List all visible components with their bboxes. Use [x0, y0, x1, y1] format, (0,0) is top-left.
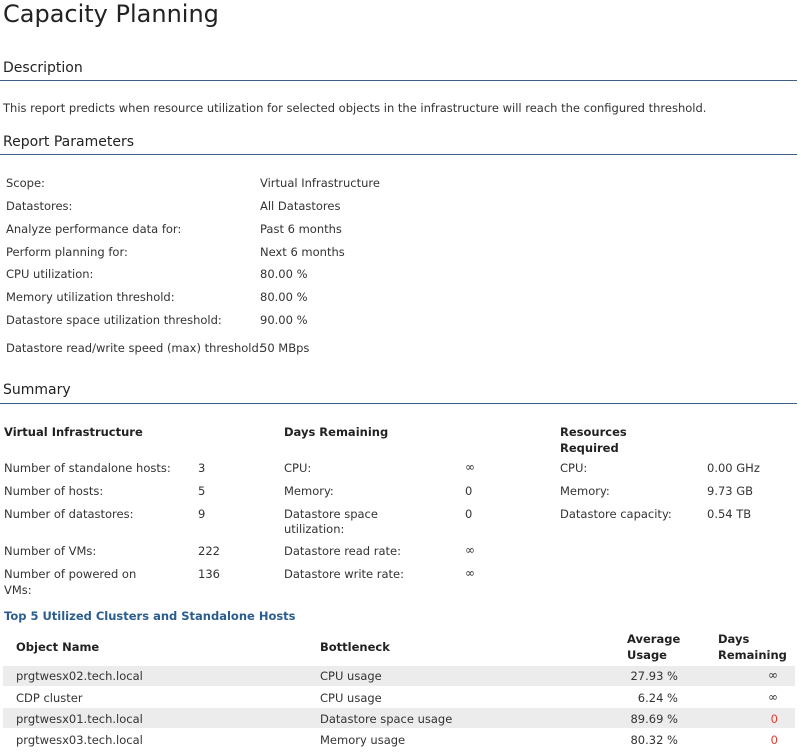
param-label: Scope:: [6, 176, 45, 190]
col-header-average: Usage: [627, 648, 667, 662]
col-header-object: Object Name: [16, 640, 100, 654]
resources-title: Required: [560, 441, 619, 455]
resources-label: Datastore capacity:: [560, 507, 672, 521]
days-label: Memory:: [284, 484, 334, 498]
resources-value: 0.54 TB: [707, 507, 752, 521]
row-object-name: prgtwesx01.tech.local: [16, 712, 143, 726]
vi-label: Number of powered on: [4, 567, 137, 581]
param-value: 80.00 %: [260, 290, 308, 304]
resources-label: CPU:: [560, 461, 588, 475]
param-value: Virtual Infrastructure: [260, 176, 380, 190]
param-label: CPU utilization:: [6, 267, 94, 281]
param-label: Datastore space utilization threshold:: [6, 313, 222, 327]
row-days: 0: [770, 733, 778, 747]
param-value: Past 6 months: [260, 222, 342, 236]
col-header-bottleneck: Bottleneck: [320, 640, 390, 654]
row-bottleneck: CPU usage: [320, 691, 382, 705]
vi-label: VMs:: [4, 583, 32, 597]
description-heading: Description: [3, 60, 83, 76]
col-header-days: Remaining: [718, 648, 787, 662]
vi-label: Number of hosts:: [4, 484, 104, 498]
row-object-name: prgtwesx03.tech.local: [16, 733, 143, 747]
vi-title: Virtual Infrastructure: [4, 425, 143, 439]
resources-value: 0.00 GHz: [707, 461, 760, 475]
vi-value: 136: [198, 567, 220, 581]
param-value: 90.00 %: [260, 313, 308, 327]
row-usage: 6.24 %: [637, 691, 678, 705]
param-label: Analyze performance data for:: [6, 222, 182, 236]
summary-heading: Summary: [3, 382, 71, 398]
row-bottleneck: CPU usage: [320, 669, 382, 683]
days-label: Datastore read rate:: [284, 544, 401, 558]
days-value: 0: [465, 507, 473, 521]
vi-value: 9: [198, 507, 206, 521]
top5-title: Top 5 Utilized Clusters and Standalone H…: [4, 609, 296, 623]
days-label: CPU:: [284, 461, 312, 475]
param-value: 50 MBps: [260, 341, 310, 355]
param-label: Datastore read/write speed (max) thresho…: [6, 341, 263, 355]
days-value: ∞: [465, 460, 475, 474]
param-value: 80.00 %: [260, 267, 308, 281]
days-value: 0: [465, 484, 473, 498]
parameters-heading: Report Parameters: [3, 134, 134, 150]
resources-label: Memory:: [560, 484, 610, 498]
resources-value: 9.73 GB: [707, 484, 754, 498]
row-bottleneck: Datastore space usage: [320, 712, 453, 726]
vi-label: Number of VMs:: [4, 544, 97, 558]
days-label: Datastore space: [284, 507, 378, 521]
vi-label: Number of standalone hosts:: [4, 461, 171, 475]
vi-value: 222: [198, 544, 220, 558]
row-usage: 80.32 %: [630, 733, 678, 747]
description-text: This report predicts when resource utili…: [3, 101, 707, 115]
row-days: ∞: [768, 690, 778, 704]
row-usage: 89.69 %: [630, 712, 678, 726]
row-days: ∞: [768, 668, 778, 682]
row-bottleneck: Memory usage: [320, 733, 406, 747]
vi-label: Number of datastores:: [4, 507, 134, 521]
col-header-days: Days: [718, 632, 750, 646]
resources-title: Resources: [560, 425, 627, 439]
vi-value: 3: [198, 461, 206, 475]
param-label: Perform planning for:: [6, 245, 128, 259]
days-label: utilization:: [284, 522, 345, 536]
page-title: Capacity Planning: [3, 0, 219, 28]
row-usage: 27.93 %: [630, 669, 678, 683]
param-label: Memory utilization threshold:: [6, 290, 175, 304]
parameters-divider: [0, 154, 797, 155]
days-value: ∞: [465, 543, 475, 557]
row-object-name: CDP cluster: [16, 691, 83, 705]
param-value: Next 6 months: [260, 245, 345, 259]
days-label: Datastore write rate:: [284, 567, 405, 581]
row-days: 0: [770, 712, 778, 726]
row-object-name: prgtwesx02.tech.local: [16, 669, 143, 683]
param-value: All Datastores: [260, 199, 341, 213]
summary-divider: [0, 403, 797, 404]
days-title: Days Remaining: [284, 425, 389, 439]
description-divider: [0, 80, 797, 81]
col-header-average: Average: [627, 632, 681, 646]
days-value: ∞: [465, 566, 475, 580]
param-label: Datastores:: [6, 199, 73, 213]
vi-value: 5: [198, 484, 206, 498]
